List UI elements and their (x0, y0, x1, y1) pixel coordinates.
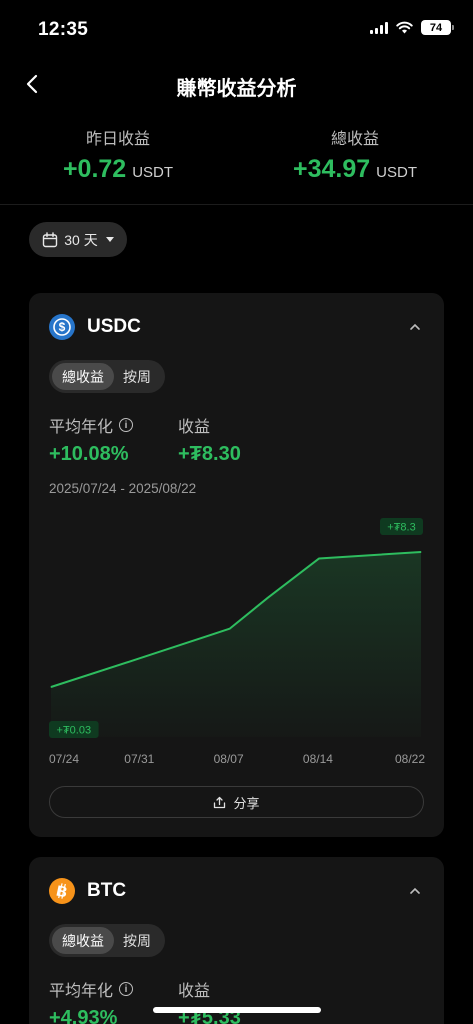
data-point (50, 686, 52, 688)
usdc-view-toggle: 總收益 按周 (49, 360, 165, 393)
value-annotation: +₮0.03 (49, 721, 99, 738)
total-earnings: 總收益 +34.97 USDT (237, 125, 473, 184)
tab-total-earnings[interactable]: 總收益 (52, 363, 114, 390)
yesterday-value-row: +0.72 USDT (0, 155, 236, 184)
wifi-icon (396, 21, 413, 34)
svg-text:+₮8.3: +₮8.3 (387, 522, 415, 534)
chevron-up-icon (410, 323, 420, 330)
period-label: 30 天 (64, 231, 98, 248)
usdc-card: $ USDC 總收益 按周 平均年化 i +10.08% 收益 +₮8.30 2… (29, 293, 444, 837)
caret-down-icon (105, 237, 114, 242)
value-annotation: +₮8.3 (380, 518, 423, 535)
x-tick-label: 07/24 (49, 752, 80, 766)
usdc-coin-icon: $ (49, 314, 75, 340)
home-indicator (153, 1007, 321, 1013)
status-time: 12:35 (38, 19, 89, 40)
btc-coin-icon: B (49, 878, 75, 904)
x-tick-label: 08/07 (213, 752, 244, 766)
chevron-up-icon (410, 887, 420, 894)
tab-weekly[interactable]: 按周 (114, 363, 160, 390)
btc-apr-label: 平均年化 (49, 983, 114, 1000)
battery-level: 74 (429, 21, 443, 34)
usdc-collapse-button[interactable] (406, 319, 424, 335)
apr-label: 平均年化 (49, 419, 114, 436)
yesterday-label: 昨日收益 (85, 131, 150, 148)
apr-label-row: 平均年化 i (49, 413, 134, 437)
total-unit: USDT (376, 164, 417, 181)
signal-icon (370, 21, 388, 34)
chart-area (51, 552, 421, 737)
info-icon[interactable]: i (119, 418, 134, 432)
earnings-label: 收益 (178, 419, 211, 436)
yesterday-unit: USDT (132, 164, 174, 181)
btc-apr-value: +4.93% (49, 1007, 118, 1024)
tab-total-earnings[interactable]: 總收益 (52, 927, 114, 954)
battery-icon: 74 (421, 20, 454, 35)
data-point (420, 551, 422, 553)
x-tick-label: 08/14 (302, 752, 333, 766)
nav-bar: 賺幣收益分析 (0, 62, 473, 106)
btc-name: BTC (87, 880, 127, 901)
calendar-icon (43, 231, 58, 247)
date-range: 2025/07/24 - 2025/08/22 (49, 481, 197, 496)
period-selector[interactable]: 30 天 (29, 222, 127, 257)
data-point (229, 628, 231, 630)
btc-collapse-button[interactable] (406, 883, 424, 899)
earnings-chart: +₮8.3 +₮0.03 (49, 518, 423, 738)
earnings-value: +₮8.30 (178, 443, 241, 465)
info-icon[interactable]: i (119, 982, 134, 996)
usdc-name: USDC (87, 316, 141, 337)
yesterday-value: +0.72 (62, 155, 127, 183)
btc-view-toggle: 總收益 按周 (49, 924, 165, 957)
tab-weekly[interactable]: 按周 (114, 927, 160, 954)
btc-earnings-label: 收益 (178, 983, 211, 1000)
btc-apr-label-row: 平均年化 i (49, 977, 134, 1001)
share-button[interactable]: 分享 (49, 786, 424, 818)
share-icon (214, 796, 226, 808)
total-value-row: +34.97 USDT (237, 155, 473, 184)
total-value: +34.97 (292, 155, 371, 183)
apr-value: +10.08% (49, 443, 129, 465)
status-icons: 74 (370, 20, 454, 35)
yesterday-earnings: 昨日收益 +0.72 USDT (0, 125, 236, 184)
share-label: 分享 (233, 795, 260, 811)
data-point (318, 558, 320, 560)
page-title: 賺幣收益分析 (176, 78, 297, 100)
btc-card: B BTC 總收益 按周 平均年化 i +4.93% 收益 +₮5.33 (29, 857, 444, 1024)
total-label: 總收益 (330, 131, 379, 148)
svg-text:+₮0.03: +₮0.03 (57, 725, 92, 737)
earnings-summary: 昨日收益 +0.72 USDT 總收益 +34.97 USDT (0, 125, 473, 195)
data-point (139, 657, 141, 659)
divider (0, 204, 473, 205)
data-point (267, 597, 269, 599)
x-tick-label: 08/22 (394, 752, 425, 766)
status-bar: 12:35 74 (0, 0, 473, 60)
svg-text:$: $ (59, 320, 66, 334)
x-axis: 07/24 07/31 08/07 08/14 08/22 (49, 752, 425, 768)
x-tick-label: 07/31 (124, 752, 155, 766)
